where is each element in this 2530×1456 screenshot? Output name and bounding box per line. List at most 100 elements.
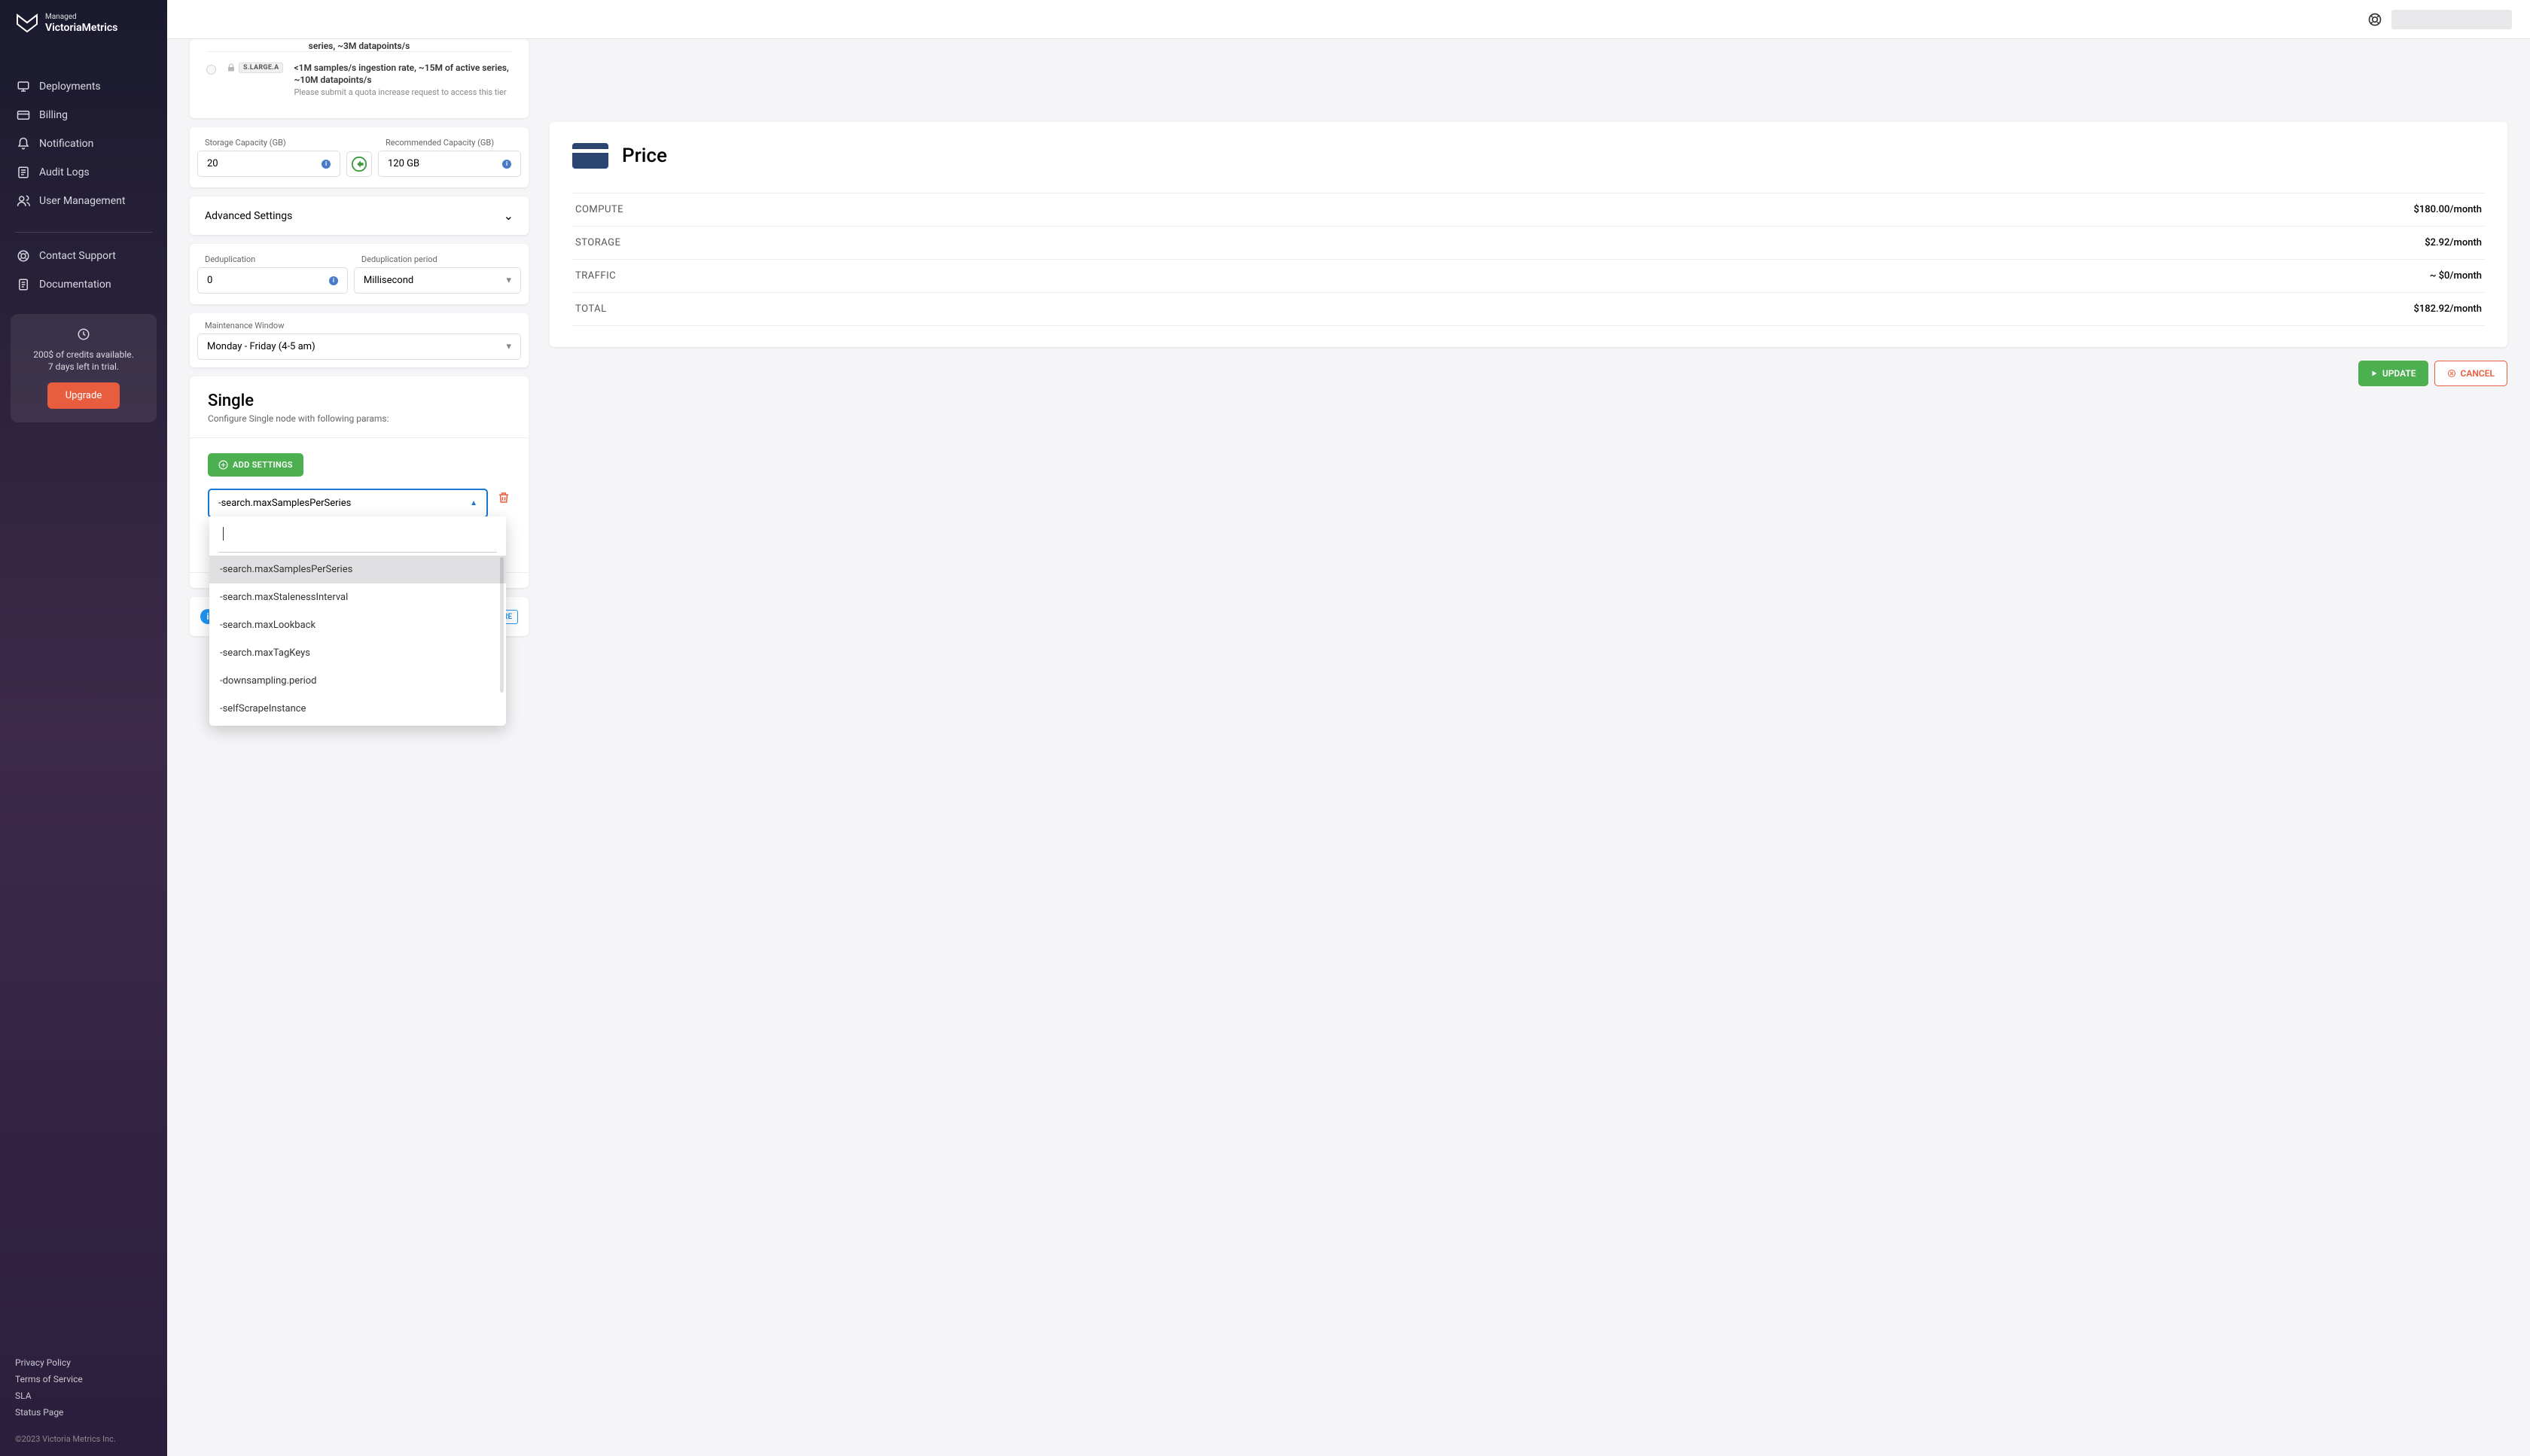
dropdown-option[interactable]: -search.maxTagKeys [209,639,506,667]
chevron-down-icon: ▾ [506,341,511,352]
footer-link-privacy[interactable]: Privacy Policy [15,1354,152,1371]
chevron-down-icon: ⌄ [504,209,514,223]
tier-desc: <1M samples/s ingestion rate, ~15M of ac… [294,62,512,86]
price-label: TRAFFIC [575,270,616,282]
sidebar-item-deployments[interactable]: Deployments [0,72,167,101]
info-icon[interactable]: i [329,276,338,285]
update-label: UPDATE [2382,368,2416,379]
single-title: Single [208,391,511,410]
param-search-input[interactable] [218,525,497,553]
sidebar-item-label: Contact Support [39,250,116,262]
log-icon [17,166,30,179]
sidebar-item-contact-support[interactable]: Contact Support [0,242,167,270]
update-button[interactable]: UPDATE [2358,361,2428,386]
info-icon[interactable]: i [322,160,331,169]
price-card: Price COMPUTE $180.00/month STORAGE $2.9… [550,122,2507,347]
maintenance-card: Maintenance Window Monday - Friday (4-5 … [190,313,529,367]
trial-box: 200$ of credits available. 7 days left i… [11,314,157,422]
single-card: Single Configure Single node with follow… [190,376,529,588]
sidebar-item-label: User Management [39,195,125,207]
storage-label: Storage Capacity (GB) [197,138,340,148]
play-icon [2370,370,2378,377]
trial-credits: 200$ of credits available. [21,349,146,360]
dedup-period-label: Deduplication period [354,254,521,264]
cancel-button[interactable]: CANCEL [2434,361,2507,386]
sidebar-item-billing[interactable]: Billing [0,101,167,129]
maint-label: Maintenance Window [197,321,521,330]
monitor-icon [17,80,30,93]
advanced-settings-toggle[interactable]: Advanced Settings ⌄ [190,196,529,235]
trash-icon[interactable] [497,491,511,504]
add-settings-label: ADD SETTINGS [233,460,293,470]
sidebar-item-label: Billing [39,109,68,121]
price-label: COMPUTE [575,204,623,215]
sidebar-item-label: Deployments [39,81,101,93]
cancel-icon [2447,369,2456,378]
sidebar-item-label: Documentation [39,279,111,291]
credit-card-icon [572,143,608,169]
dropdown-option[interactable]: -search.maxLookback [209,611,506,639]
dedup-value[interactable]: 0 [207,275,212,286]
rec-storage-value: 120 GB [388,158,419,169]
topbar [167,0,2530,39]
lock-icon [227,63,236,72]
sidebar-item-user-management[interactable]: User Management [0,187,167,215]
footer-link-status[interactable]: Status Page [15,1404,152,1421]
sidebar: Managed VictoriaMetrics Deployments Bill… [0,0,167,1456]
trial-days: 7 days left in trial. [21,361,146,372]
clock-icon [21,327,146,343]
info-icon[interactable]: i [502,160,511,169]
sidebar-item-label: Notification [39,138,93,150]
footer-link-terms[interactable]: Terms of Service [15,1371,152,1387]
dedup-label: Deduplication [197,254,348,264]
sidebar-item-notification[interactable]: Notification [0,129,167,158]
brand-bottom: VictoriaMetrics [45,22,117,35]
sidebar-item-audit-logs[interactable]: Audit Logs [0,158,167,187]
chevron-down-icon: ▾ [506,275,511,286]
caret-up-icon: ▲ [470,499,477,507]
sidebar-item-documentation[interactable]: Documentation [0,270,167,299]
storage-card: Storage Capacity (GB) 20 i Recommended C… [190,127,529,187]
support-icon [17,249,30,263]
dedup-card: Deduplication 0 i Deduplication period M… [190,244,529,304]
bell-icon [17,137,30,151]
tier-radio-slarge [206,65,216,75]
text-cursor [223,527,224,541]
storage-value[interactable]: 20 [207,158,218,169]
scrollbar[interactable] [500,557,504,693]
doc-icon [17,278,30,291]
tier-cut-desc: series, ~3M datapoints/s [206,39,512,51]
dropdown-option[interactable]: -selfScrapeInstance [209,695,506,723]
price-title: Price [622,145,667,167]
param-select-value: -search.maxSamplesPerSeries [218,498,351,509]
brand-top: Managed [45,13,117,22]
sync-button[interactable] [346,151,372,177]
price-value: ~ $0/month [2430,270,2482,282]
dropdown-option[interactable]: -downsampling.period [209,667,506,695]
vm-logo-icon [15,12,39,35]
tier-sub: Please submit a quota increase request t… [294,87,512,97]
tier-card: series, ~3M datapoints/s S.LARGE.A <1M s… [190,39,529,118]
plus-circle-icon [218,460,228,470]
brand-logo[interactable]: Managed VictoriaMetrics [0,12,167,57]
price-label: TOTAL [575,303,607,315]
dedup-period-select[interactable]: Millisecond ▾ [354,267,521,294]
rec-storage-label: Recommended Capacity (GB) [378,138,521,148]
dropdown-option[interactable]: -search.maxSamplesPerSeries [209,556,506,583]
dropdown-option[interactable]: -search.maxStalenessInterval [209,583,506,611]
price-value: $182.92/month [2413,303,2482,315]
arrow-left-circle-icon [351,156,367,172]
help-icon[interactable] [2367,12,2382,27]
user-menu-redacted[interactable] [2391,10,2512,29]
upgrade-button[interactable]: Upgrade [47,382,120,409]
add-settings-button[interactable]: ADD SETTINGS [208,453,303,477]
price-label: STORAGE [575,237,620,248]
footer-links: Privacy Policy Terms of Service SLA Stat… [0,1354,167,1428]
maint-select[interactable]: Monday - Friday (4-5 am) ▾ [197,334,521,360]
param-select[interactable]: -search.maxSamplesPerSeries ▲ [208,489,488,518]
footer-link-sla[interactable]: SLA [15,1387,152,1404]
param-dropdown: -search.maxSamplesPerSeries -search.maxS… [209,516,506,726]
maint-value: Monday - Friday (4-5 am) [207,341,315,352]
single-subtitle: Configure Single node with following par… [208,413,511,424]
card-icon [17,108,30,122]
